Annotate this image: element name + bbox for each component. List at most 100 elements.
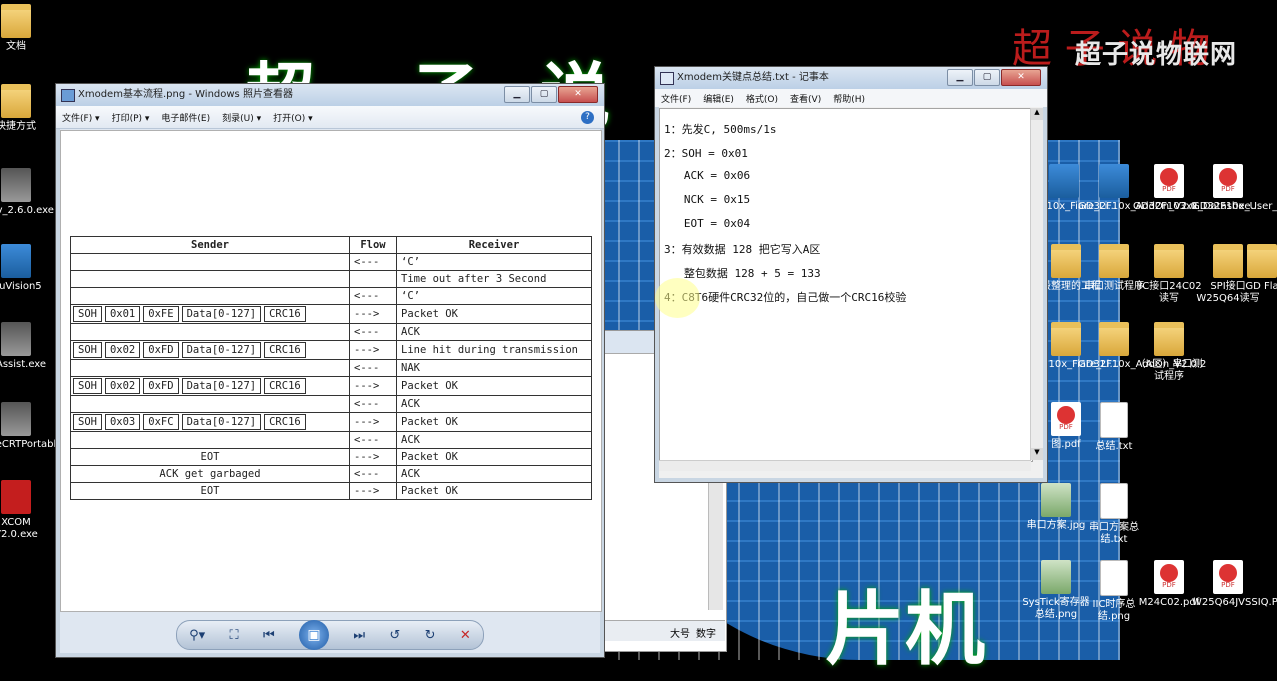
table-row: <--- NAK bbox=[70, 359, 592, 377]
scroll-up-icon[interactable]: ▲ bbox=[1031, 108, 1043, 120]
app-icon bbox=[1049, 164, 1079, 198]
pdf-icon bbox=[1051, 402, 1081, 436]
desktop-icon[interactable]: il uVision5 bbox=[0, 244, 52, 293]
rotate-cw-icon[interactable]: ↻ bbox=[425, 628, 436, 643]
flow-cell: <--- bbox=[349, 465, 397, 483]
desktop-icon[interactable]: 文档 bbox=[0, 4, 52, 53]
menu-burn[interactable]: 刻录(U) ▾ bbox=[222, 111, 261, 124]
folder-icon bbox=[1, 4, 31, 38]
menu-email[interactable]: 电子邮件(E) bbox=[161, 111, 210, 124]
close-button[interactable]: ✕ bbox=[558, 86, 598, 103]
close-button[interactable]: ✕ bbox=[1001, 69, 1041, 86]
status-numlock: 数字 bbox=[696, 629, 716, 640]
menu-open[interactable]: 打开(O) ▾ bbox=[273, 111, 313, 124]
desktop-icon[interactable]: cureCRTPortable.exe bbox=[0, 402, 83, 451]
desktop-icon[interactable]: 快捷方式 bbox=[0, 84, 52, 133]
notepad-vertical-scrollbar[interactable]: ▲ ▼ bbox=[1030, 108, 1043, 460]
flow-cell: <--- bbox=[349, 323, 397, 341]
xmodem-flow-table: Sender Flow Receiver <--- ‘C’ Time out aft… bbox=[70, 236, 592, 500]
packet-field: CRC16 bbox=[264, 306, 306, 322]
desktop-icon[interactable]: etAssist.exe bbox=[0, 322, 52, 371]
desktop-icon[interactable]: 总结.txt bbox=[1078, 402, 1150, 453]
maximize-button[interactable]: ▢ bbox=[531, 86, 557, 103]
receiver-cell: NAK bbox=[396, 359, 592, 377]
desktop-icon[interactable]: XCOM V2.0.exe bbox=[0, 480, 52, 541]
table-row: SOH 0x03 0xFC Data[0-127] CRC16 ---> Packet OK bbox=[70, 412, 592, 432]
menu-file[interactable]: 文件(F) ▾ bbox=[62, 111, 100, 124]
photo-viewer-window: Xmodem基本流程.png - Windows 照片查看器 ▁ ▢ ✕ 文件(… bbox=[55, 83, 605, 658]
desktop-icon[interactable]: GD32F10x_User_Manua... bbox=[1192, 164, 1277, 213]
viewer-titlebar[interactable]: Xmodem基本流程.png - Windows 照片查看器 ▁ ▢ ✕ bbox=[56, 84, 604, 106]
app-icon bbox=[1, 168, 31, 202]
folder-icon bbox=[1051, 244, 1081, 278]
app-icon bbox=[1099, 164, 1129, 198]
wallpaper-char: 片 bbox=[825, 582, 905, 676]
notepad-title: Xmodem关键点总结.txt - 记事本 bbox=[677, 72, 829, 83]
flow-cell: <--- bbox=[349, 359, 397, 377]
packet-field: 0xFD bbox=[143, 342, 179, 358]
menu-print[interactable]: 打印(P) ▾ bbox=[112, 111, 150, 124]
flow-cell: <--- bbox=[349, 431, 397, 449]
notepad-window: Xmodem关键点总结.txt - 记事本 ▁ ▢ ✕ 文件(F) 编辑(E) … bbox=[654, 66, 1048, 483]
fit-window-icon[interactable]: ⛶ bbox=[230, 628, 239, 643]
scroll-down-icon[interactable]: ▼ bbox=[1031, 448, 1043, 460]
text-line: 3：有效数据 128 把它写入A区 bbox=[664, 243, 821, 256]
sender-cell: SOH 0x01 0xFE Data[0-127] CRC16 bbox=[70, 304, 350, 324]
receiver-cell: ACK bbox=[396, 395, 592, 413]
packet-field: Data[0-127] bbox=[181, 306, 262, 322]
slideshow-icon[interactable]: ▣ bbox=[299, 620, 329, 650]
rotate-ccw-icon[interactable]: ↺ bbox=[389, 628, 400, 643]
text-line: 2：SOH = 0x01 bbox=[664, 147, 748, 160]
app-icon bbox=[1, 244, 31, 278]
status-size: 大号 bbox=[670, 629, 690, 640]
zoom-icon[interactable]: ⚲▾ bbox=[189, 628, 205, 643]
flow-cell: ---> bbox=[349, 482, 397, 500]
receiver-cell: ‘C’ bbox=[396, 253, 592, 271]
packet-field: CRC16 bbox=[264, 414, 306, 430]
menu-help[interactable]: 帮助(H) bbox=[833, 92, 865, 105]
flow-cell: <--- bbox=[349, 253, 397, 271]
viewer-menubar: 文件(F) ▾ 打印(P) ▾ 电子邮件(E) 刻录(U) ▾ 打开(O) ▾ bbox=[56, 106, 604, 129]
menu-edit[interactable]: 编辑(E) bbox=[703, 92, 734, 105]
next-icon[interactable]: ⏭ bbox=[353, 628, 365, 643]
menu-view[interactable]: 查看(V) bbox=[790, 92, 821, 105]
desktop-icon[interactable]: W25Q64JVSSIQ.PDF bbox=[1192, 560, 1277, 609]
pdf-icon bbox=[1154, 560, 1184, 594]
packet-field: SOH bbox=[73, 342, 102, 358]
notepad-menubar: 文件(F) 编辑(E) 格式(O) 查看(V) 帮助(H) bbox=[655, 89, 1047, 107]
sender-cell: EOT bbox=[70, 482, 350, 500]
minimize-button[interactable]: ▁ bbox=[947, 69, 973, 86]
text-file-icon bbox=[1100, 483, 1128, 519]
notepad-text-area[interactable]: 1：先发C, 500ms/1s 2：SOH = 0x01 ACK = 0x06 … bbox=[659, 108, 1033, 462]
desktop-icon[interactable]: erbv_2.6.0.exe bbox=[0, 168, 54, 217]
menu-format[interactable]: 格式(O) bbox=[746, 92, 778, 105]
help-icon[interactable]: ? bbox=[581, 111, 594, 124]
packet-field: 0x02 bbox=[104, 378, 141, 394]
notepad-horizontal-scrollbar[interactable] bbox=[659, 460, 1031, 471]
pdf-icon bbox=[1154, 164, 1184, 198]
menu-file[interactable]: 文件(F) bbox=[661, 92, 691, 105]
receiver-cell: Packet OK bbox=[396, 448, 592, 466]
pdf-icon bbox=[1213, 560, 1243, 594]
desktop-icon[interactable]: （A区）串口测试程序 bbox=[1133, 322, 1205, 383]
delete-icon[interactable]: ✕ bbox=[460, 628, 471, 643]
packet-field: 0x03 bbox=[104, 414, 141, 430]
flow-cell: ---> bbox=[349, 304, 397, 324]
notepad-titlebar[interactable]: Xmodem关键点总结.txt - 记事本 ▁ ▢ ✕ bbox=[655, 67, 1047, 89]
table-row: <--- ACK bbox=[70, 323, 592, 341]
table-row: <--- ACK bbox=[70, 395, 592, 413]
folder-icon bbox=[1154, 322, 1184, 356]
table-row: EOT ---> Packet OK bbox=[70, 448, 592, 466]
packet-field: 0xFD bbox=[143, 378, 179, 394]
sender-cell bbox=[70, 323, 350, 341]
desktop-icon[interactable]: 串口方案总结.txt bbox=[1078, 483, 1150, 546]
maximize-button[interactable]: ▢ bbox=[974, 69, 1000, 86]
receiver-cell: Time out after 3 Second bbox=[396, 270, 592, 288]
sender-cell bbox=[70, 395, 350, 413]
receiver-cell: ACK bbox=[396, 323, 592, 341]
image-file-icon bbox=[1041, 483, 1071, 517]
folder-icon bbox=[1213, 244, 1243, 278]
minimize-button[interactable]: ▁ bbox=[504, 86, 530, 103]
previous-icon[interactable]: ⏮ bbox=[263, 628, 275, 643]
desktop-icon[interactable]: GD Fla bbox=[1242, 244, 1277, 293]
